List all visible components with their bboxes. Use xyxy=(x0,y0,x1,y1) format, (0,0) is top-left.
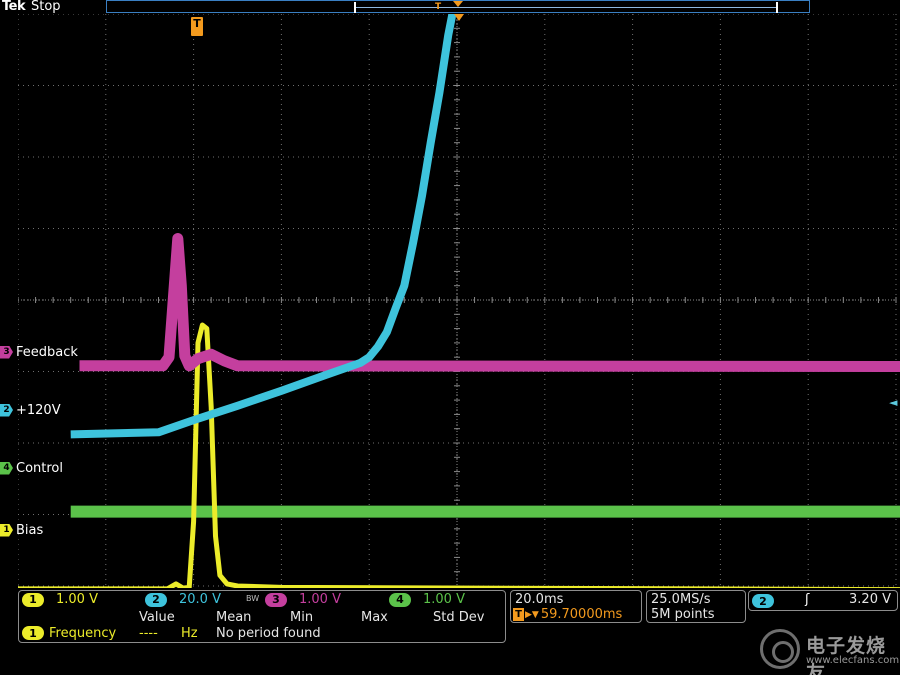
channel-1-scale[interactable]: 1 1.00 V xyxy=(22,592,98,607)
channel-2-scale-value: 20.0 V xyxy=(179,592,221,607)
record-trigger-icon: T xyxy=(435,2,442,12)
horizontal-settings-panel[interactable]: 20.0ms T ▶▼ 59.70000ms xyxy=(510,590,642,623)
graticule-grid xyxy=(18,14,897,587)
brand-logo: Tek xyxy=(2,0,26,14)
measurement-header-mean: Mean xyxy=(216,610,252,625)
channel-3-marker-icon[interactable]: 3 xyxy=(0,345,13,359)
channel-3-name: Feedback xyxy=(16,344,78,360)
bandwidth-limit-icon: BW xyxy=(246,594,260,603)
sample-rate: 25.0MS/s xyxy=(651,592,711,607)
measurement-unit: Hz xyxy=(181,626,198,641)
channel-1-label[interactable]: 1 Bias xyxy=(0,522,44,538)
channel-4-label[interactable]: 4 Control xyxy=(0,460,63,476)
record-zoom-window[interactable] xyxy=(354,2,778,13)
horizontal-scale: 20.0ms xyxy=(515,592,564,607)
channel-4-scale-value: 1.00 V xyxy=(423,592,465,607)
horizontal-position-row: T ▶▼ 59.70000ms xyxy=(513,607,622,622)
measurement-row[interactable]: 1 Frequency ---- Hz No period found xyxy=(19,626,505,641)
channel-1-scale-value: 1.00 V xyxy=(56,592,98,607)
trigger-position-icon[interactable]: T xyxy=(191,17,203,36)
measurement-status: No period found xyxy=(216,626,321,641)
position-arrow-icon: ▶▼ xyxy=(525,609,539,620)
watermark-text: 电子发烧友 xyxy=(806,635,887,675)
channel-2-scale[interactable]: 2 20.0 V xyxy=(145,592,221,607)
channel-3-badge-icon: 3 xyxy=(265,592,287,607)
trigger-source-badge-icon: 2 xyxy=(752,594,774,608)
channel-2-name: +120V xyxy=(16,402,61,418)
measurement-header-min: Min xyxy=(290,610,314,625)
vertical-scale-and-measurement-panel: 1 1.00 V 2 20.0 V BW 3 1.00 V 4 1.00 V V… xyxy=(18,590,506,643)
waveform-graticule[interactable] xyxy=(18,14,900,588)
channel-3-scale[interactable]: 3 1.00 V xyxy=(265,592,341,607)
expansion-point-marker-icon xyxy=(454,14,464,21)
channel-1-badge-icon: 1 xyxy=(22,592,44,607)
acquisition-state[interactable]: Stop xyxy=(31,0,61,14)
measurement-header-std-dev: Std Dev xyxy=(433,610,485,625)
measurement-header: Value Mean Min Max Std Dev xyxy=(19,610,505,625)
channel-3-label[interactable]: 3 Feedback xyxy=(0,344,78,360)
measurement-header-max: Max xyxy=(361,610,388,625)
channel-4-badge-icon: 4 xyxy=(389,592,411,607)
measurement-source-badge-icon: 1 xyxy=(22,626,44,640)
channel-4-name: Control xyxy=(16,460,63,476)
channel-3-scale-value: 1.00 V xyxy=(299,592,341,607)
channel-4-scale[interactable]: 4 1.00 V xyxy=(389,592,465,607)
channel-2-badge-icon: 2 xyxy=(145,592,167,607)
measurement-value: ---- xyxy=(139,626,158,641)
channel-1-name: Bias xyxy=(16,522,44,538)
trigger-panel[interactable]: 2 ʃ 3.20 V xyxy=(748,590,898,611)
measurement-header-value: Value xyxy=(139,610,175,625)
trigger-level-value: 3.20 V xyxy=(849,592,891,607)
record-length: 5M points xyxy=(651,607,715,622)
trigger-position-small-icon: T xyxy=(513,608,524,621)
record-position-marker-icon xyxy=(453,1,463,7)
horizontal-position: 59.70000ms xyxy=(540,607,623,622)
channel-2-label[interactable]: 2 +120V xyxy=(0,402,61,418)
channel-4-marker-icon[interactable]: 4 xyxy=(0,461,13,475)
channel-2-marker-icon[interactable]: 2 xyxy=(0,403,13,417)
channel-1-marker-icon[interactable]: 1 xyxy=(0,523,13,537)
rising-edge-icon: ʃ xyxy=(805,592,810,607)
watermark: 电子发烧友 www.elecfans.com xyxy=(760,625,900,675)
watermark-logo-icon xyxy=(760,629,800,669)
measurement-name: Frequency xyxy=(49,626,117,641)
watermark-url: www.elecfans.com xyxy=(806,655,900,666)
trigger-level-icon[interactable]: ◄ xyxy=(889,396,897,409)
top-status-bar: Tek Stop T xyxy=(0,0,900,14)
acquisition-panel[interactable]: 25.0MS/s 5M points xyxy=(646,590,746,623)
waveform-ch3-feedback xyxy=(79,233,900,372)
